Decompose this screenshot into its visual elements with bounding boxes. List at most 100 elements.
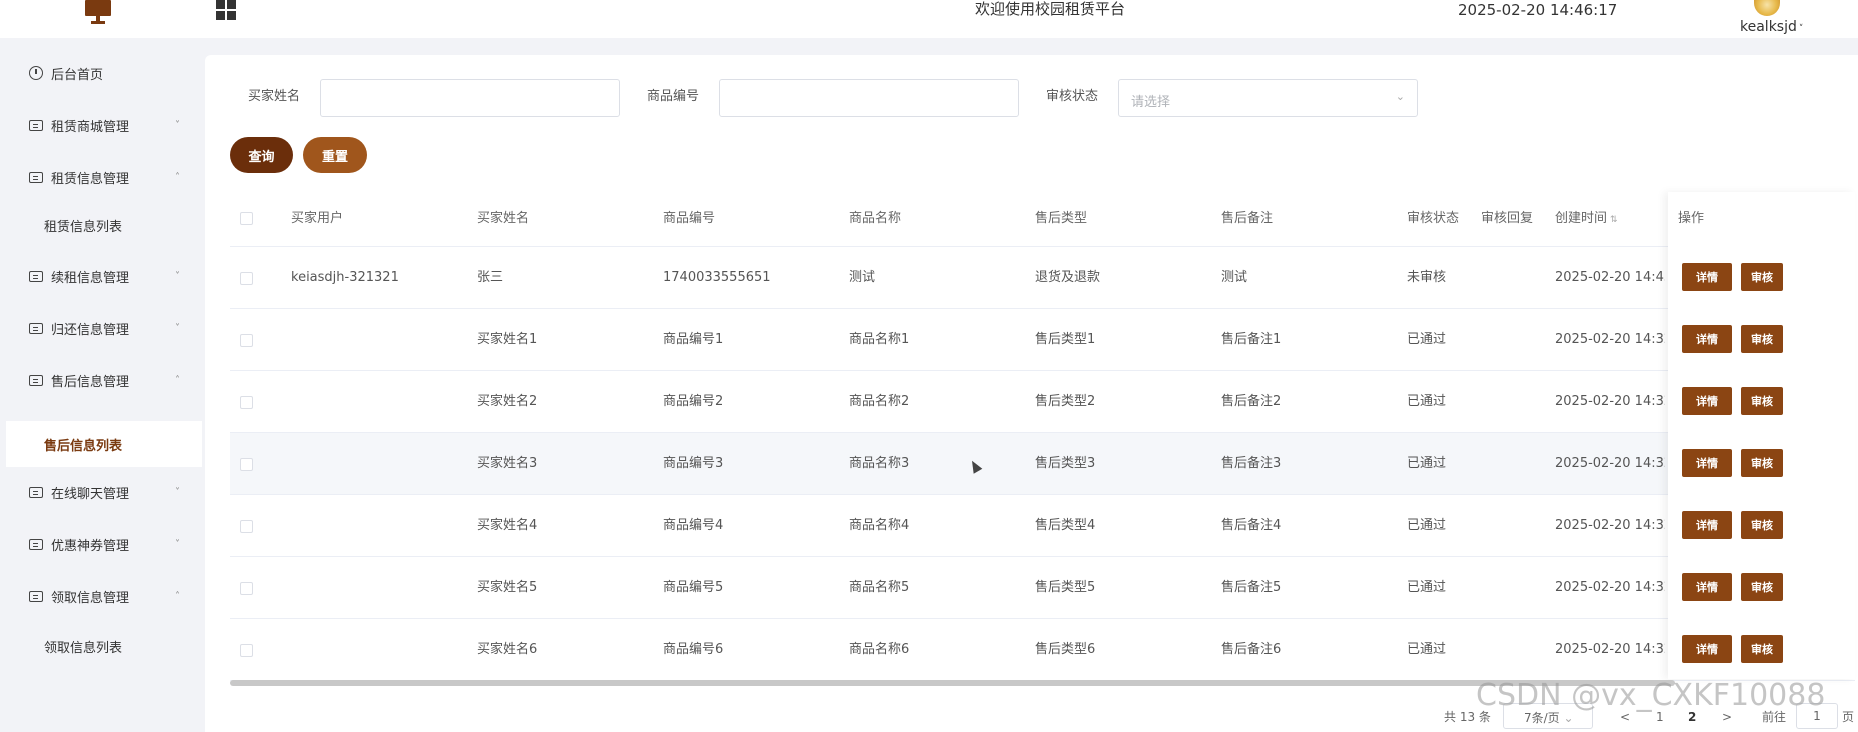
sidebar-item-rental-info[interactable]: 租赁信息管理 ˄ xyxy=(0,151,202,203)
column-header-status: 审核状态 xyxy=(1407,211,1460,226)
detail-button[interactable]: 详情 xyxy=(1682,263,1732,291)
status-label: 审核状态 xyxy=(1046,89,1099,104)
row-checkbox[interactable] xyxy=(240,272,253,285)
column-header-actions: 操作 xyxy=(1678,211,1705,226)
buyer-name-input[interactable] xyxy=(320,79,620,117)
sidebar-item-renewal[interactable]: 续租信息管理 ˅ xyxy=(0,250,202,302)
goto-page-input[interactable] xyxy=(1796,703,1838,729)
sort-icon[interactable]: ⇅ xyxy=(1610,215,1618,225)
chevron-down-icon: ˅ xyxy=(175,270,180,282)
cell-created: 2025-02-20 14:32:4 xyxy=(1555,518,1665,533)
review-button[interactable]: 审核 xyxy=(1741,263,1783,291)
list-icon xyxy=(29,374,43,386)
cell-product-name: 商品名称6 xyxy=(849,642,910,657)
review-button[interactable]: 审核 xyxy=(1741,387,1783,415)
cell-buyer-name: 买家姓名1 xyxy=(477,332,538,347)
column-header-reply: 审核回复 xyxy=(1481,211,1534,226)
column-header-after-sales-type: 售后类型 xyxy=(1035,211,1088,226)
review-button[interactable]: 审核 xyxy=(1741,573,1783,601)
cell-product-no: 1740033555651 xyxy=(663,270,771,285)
sidebar-item-home[interactable]: 后台首页 xyxy=(0,47,202,99)
review-button[interactable]: 审核 xyxy=(1741,635,1783,663)
page-1[interactable]: 1 xyxy=(1656,710,1664,724)
cell-status: 已通过 xyxy=(1407,332,1447,347)
product-no-input[interactable] xyxy=(719,79,1019,117)
sidebar-item-rental-mall[interactable]: 租赁商城管理 ˅ xyxy=(0,99,202,151)
cell-product-no: 商品编号5 xyxy=(663,580,724,595)
username: kealksjd xyxy=(1740,19,1797,35)
column-header-remark: 售后备注 xyxy=(1221,211,1274,226)
reset-button[interactable]: 重置 xyxy=(303,137,367,173)
cell-product-no: 商品编号3 xyxy=(663,456,724,471)
list-icon xyxy=(29,119,43,131)
cell-buyer-name: 买家姓名4 xyxy=(477,518,538,533)
cell-after-sales-type: 售后类型4 xyxy=(1035,518,1096,533)
goto-label: 前往 xyxy=(1762,710,1787,724)
prev-page-button[interactable]: < xyxy=(1620,710,1630,724)
column-header-created[interactable]: 创建时间 ⇅ xyxy=(1555,211,1618,228)
select-all-checkbox[interactable] xyxy=(240,212,253,225)
chevron-down-icon: ˅ xyxy=(175,538,180,550)
status-select[interactable]: 请选择 ⌄ xyxy=(1118,79,1418,117)
cell-remark: 售后备注1 xyxy=(1221,332,1282,347)
row-checkbox[interactable] xyxy=(240,644,253,657)
detail-button[interactable]: 详情 xyxy=(1682,573,1732,601)
cell-status: 已通过 xyxy=(1407,518,1447,533)
review-button[interactable]: 审核 xyxy=(1741,511,1783,539)
cell-product-no: 商品编号1 xyxy=(663,332,724,347)
cell-product-name: 商品名称4 xyxy=(849,518,910,533)
row-checkbox[interactable] xyxy=(240,396,253,409)
chevron-up-icon: ˄ xyxy=(175,590,180,602)
list-icon xyxy=(29,486,43,498)
cell-remark: 售后备注6 xyxy=(1221,642,1282,657)
sidebar-item-label: 优惠神券管理 xyxy=(51,538,130,554)
sidebar-item-coupons[interactable]: 优惠神券管理 ˅ xyxy=(0,518,202,570)
user-menu[interactable]: kealksjd ˅ xyxy=(1740,19,1803,38)
chevron-down-icon: ˅ xyxy=(175,119,180,131)
sidebar-subitem-label: 售后信息列表 xyxy=(44,438,123,454)
cell-created: 2025-02-20 14:32:4 xyxy=(1555,642,1665,657)
detail-button[interactable]: 详情 xyxy=(1682,325,1732,353)
sidebar-subitem-claims-list[interactable]: 领取信息列表 xyxy=(0,623,202,669)
query-button[interactable]: 查询 xyxy=(230,137,293,173)
sidebar-item-chat[interactable]: 在线聊天管理 ˅ xyxy=(0,466,202,518)
chevron-down-icon: ⌄ xyxy=(1395,90,1405,103)
row-checkbox[interactable] xyxy=(240,458,253,471)
cell-product-no: 商品编号4 xyxy=(663,518,724,533)
sidebar-item-label: 归还信息管理 xyxy=(51,322,130,338)
cell-after-sales-type: 售后类型5 xyxy=(1035,580,1096,595)
cell-after-sales-type: 退货及退款 xyxy=(1035,270,1101,285)
detail-button[interactable]: 详情 xyxy=(1682,635,1732,663)
detail-button[interactable]: 详情 xyxy=(1682,511,1732,539)
cell-status: 已通过 xyxy=(1407,394,1447,409)
page-2[interactable]: 2 xyxy=(1688,710,1696,724)
sidebar-subitem-after-sales-list[interactable]: 售后信息列表 xyxy=(6,421,202,467)
detail-button[interactable]: 详情 xyxy=(1682,449,1732,477)
next-page-button[interactable]: > xyxy=(1722,710,1732,724)
sidebar-item-label: 售后信息管理 xyxy=(51,374,130,390)
cell-after-sales-type: 售后类型2 xyxy=(1035,394,1096,409)
sidebar-item-claims[interactable]: 领取信息管理 ˄ xyxy=(0,570,202,622)
detail-button[interactable]: 详情 xyxy=(1682,387,1732,415)
sidebar-subitem-rental-list[interactable]: 租赁信息列表 xyxy=(0,202,202,248)
sidebar-item-after-sales[interactable]: 售后信息管理 ˄ xyxy=(0,354,202,406)
cell-status: 已通过 xyxy=(1407,456,1447,471)
horizontal-scrollbar[interactable] xyxy=(230,680,1675,686)
chevron-up-icon: ˄ xyxy=(175,374,180,386)
review-button[interactable]: 审核 xyxy=(1741,325,1783,353)
cell-remark: 测试 xyxy=(1221,270,1248,285)
cell-buyer-user: keiasdjh-321321 xyxy=(291,270,399,285)
sidebar-item-label: 续租信息管理 xyxy=(51,270,130,286)
cell-remark: 售后备注3 xyxy=(1221,456,1282,471)
cell-product-name: 商品名称2 xyxy=(849,394,910,409)
column-header-product-name: 商品名称 xyxy=(849,211,902,226)
cell-status: 已通过 xyxy=(1407,580,1447,595)
cell-remark: 售后备注4 xyxy=(1221,518,1282,533)
row-checkbox[interactable] xyxy=(240,520,253,533)
page-suffix: 页 xyxy=(1842,710,1855,724)
sidebar-item-return[interactable]: 归还信息管理 ˅ xyxy=(0,302,202,354)
row-checkbox[interactable] xyxy=(240,582,253,595)
review-button[interactable]: 审核 xyxy=(1741,449,1783,477)
page-size-select[interactable]: 7条/页 ⌄ xyxy=(1503,703,1593,729)
row-checkbox[interactable] xyxy=(240,334,253,347)
